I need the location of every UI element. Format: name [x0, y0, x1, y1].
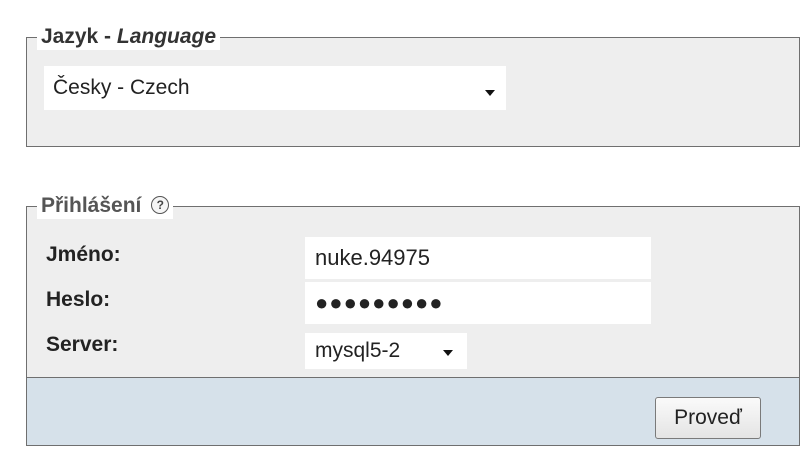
- chevron-down-icon: [443, 350, 453, 356]
- submit-bar: Proveď: [27, 377, 799, 445]
- password-field[interactable]: ●●●●●●●●●: [305, 282, 651, 324]
- chevron-down-icon: [485, 90, 495, 96]
- username-field[interactable]: nuke.94975: [305, 237, 651, 279]
- language-legend-main: Jazyk: [41, 25, 99, 48]
- help-icon[interactable]: ?: [151, 195, 170, 214]
- password-label: Heslo:: [46, 288, 111, 311]
- login-legend: Přihlášení ?: [37, 193, 174, 219]
- language-legend-italic: Language: [116, 25, 217, 48]
- language-select-value: Česky - Czech: [53, 76, 190, 99]
- server-select-value: mysql5-2: [315, 339, 401, 362]
- submit-button[interactable]: Proveď: [655, 397, 761, 439]
- language-select[interactable]: Česky - Czech: [44, 66, 506, 110]
- login-fieldset: Přihlášení ? Jméno: nuke.94975 Heslo: ●●…: [26, 193, 800, 446]
- server-label: Server:: [46, 333, 119, 356]
- login-legend-label: Přihlášení: [41, 194, 142, 217]
- language-fieldset: Jazyk - Language Česky - Czech: [26, 24, 800, 147]
- username-label: Jméno:: [46, 243, 121, 266]
- login-page: Jazyk - Language Česky - Czech Přihlášen…: [0, 0, 805, 456]
- language-legend: Jazyk - Language: [37, 24, 221, 50]
- server-select[interactable]: mysql5-2: [305, 333, 467, 369]
- language-legend-separator: -: [98, 25, 117, 48]
